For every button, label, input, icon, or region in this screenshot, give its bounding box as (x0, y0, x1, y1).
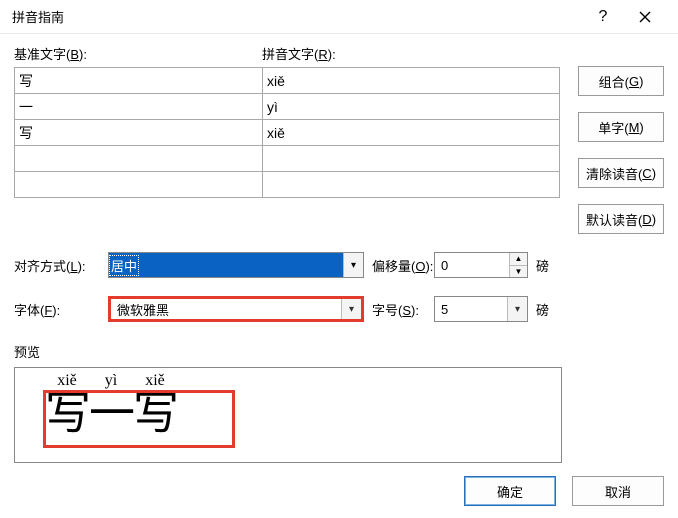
single-char-button[interactable]: 单字(M) (578, 112, 664, 142)
ruby-base: 写 (45, 390, 89, 438)
ok-button[interactable]: 确定 (464, 476, 556, 506)
size-unit: 磅 (528, 300, 549, 319)
window-title: 拼音指南 (12, 7, 64, 26)
close-icon (639, 11, 651, 23)
default-ruby-button[interactable]: 默认读音(D) (578, 204, 664, 234)
size-label: 字号(S): (364, 300, 434, 319)
ruby-base: 写 (133, 390, 177, 438)
align-combo[interactable]: 居中 ▾ (108, 252, 364, 278)
offset-label: 偏移量(O): (364, 256, 434, 275)
pinyin-table: 写 xiě 一 yì 写 xiě (14, 67, 560, 198)
ruby-text-header: 拼音文字(R): (262, 44, 336, 63)
base-cell[interactable]: 一 (15, 94, 263, 120)
help-button[interactable]: ? (582, 0, 624, 34)
spinner-down-icon[interactable]: ▼ (510, 266, 527, 278)
table-row (15, 172, 560, 198)
offset-spinner[interactable]: 0 ▲ ▼ (434, 252, 528, 278)
cancel-button[interactable]: 取消 (572, 476, 664, 506)
ruby-cell[interactable] (263, 172, 560, 198)
base-cell[interactable] (15, 146, 263, 172)
offset-value: 0 (435, 258, 448, 273)
font-value: 微软雅黑 (111, 300, 169, 319)
font-combo[interactable]: 微软雅黑 ▾ (108, 296, 364, 322)
group-button[interactable]: 组合(G) (578, 66, 664, 96)
spinner-up-icon[interactable]: ▲ (510, 253, 527, 266)
table-row: 写 xiě (15, 68, 560, 94)
preview-label: 预览 (14, 342, 664, 361)
font-label: 字体(F): (14, 300, 108, 319)
base-cell[interactable] (15, 172, 263, 198)
table-row: 一 yì (15, 94, 560, 120)
chevron-down-icon: ▾ (341, 299, 361, 319)
table-row: 写 xiě (15, 120, 560, 146)
chevron-down-icon: ▾ (343, 253, 363, 277)
ruby-cell[interactable] (263, 146, 560, 172)
ruby-base: 一 (89, 390, 133, 438)
base-cell[interactable]: 写 (15, 120, 263, 146)
offset-unit: 磅 (528, 256, 549, 275)
ruby-cell[interactable]: yì (263, 94, 560, 120)
ruby-cell[interactable]: xiě (263, 68, 560, 94)
ruby-item: xiě 写 (133, 372, 177, 438)
preview-box: xiě 写 yì 一 xiě 写 (14, 367, 562, 463)
align-label: 对齐方式(L): (14, 256, 108, 275)
close-button[interactable] (624, 0, 666, 34)
table-row (15, 146, 560, 172)
align-value: 居中 (109, 255, 139, 276)
ruby-item: yì 一 (89, 372, 133, 438)
base-cell[interactable]: 写 (15, 68, 263, 94)
size-value: 5 (435, 302, 448, 317)
size-combo[interactable]: 5 ▾ (434, 296, 528, 322)
ruby-item: xiě 写 (45, 372, 89, 438)
chevron-down-icon: ▾ (507, 297, 527, 321)
clear-ruby-button[interactable]: 清除读音(C) (578, 158, 664, 188)
base-text-header: 基准文字(B): (14, 44, 262, 63)
title-bar: 拼音指南 ? (0, 0, 678, 34)
ruby-cell[interactable]: xiě (263, 120, 560, 146)
